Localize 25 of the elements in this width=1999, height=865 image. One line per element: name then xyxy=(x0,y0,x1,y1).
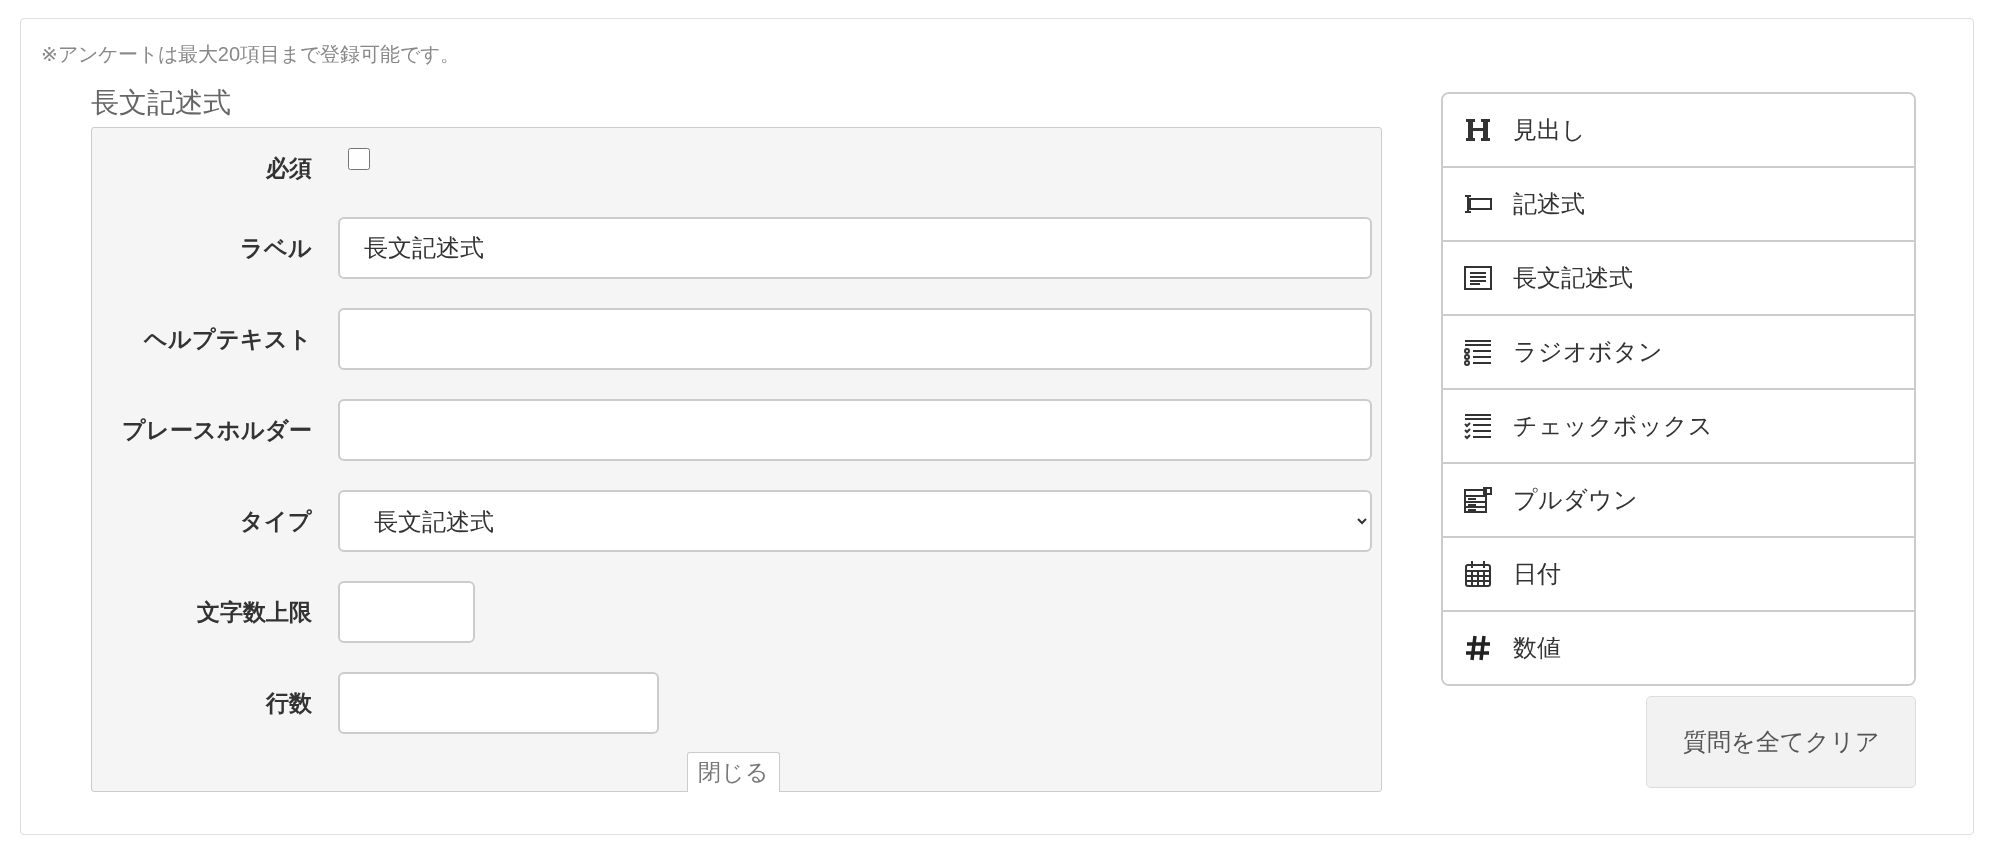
close-tab[interactable]: 閉じる xyxy=(687,752,780,792)
field-label: 必須 xyxy=(265,153,313,183)
clear-all-button[interactable]: 質問を全てクリア xyxy=(1646,696,1916,788)
calendar-icon xyxy=(1463,559,1493,589)
field-label: 行数 xyxy=(264,688,313,718)
checklist-icon xyxy=(1463,411,1493,441)
field-label: ラベル xyxy=(239,233,313,263)
type-select[interactable]: 長文記述式 xyxy=(338,490,1372,552)
text-lines-icon xyxy=(1463,263,1493,293)
input-field[interactable] xyxy=(338,672,659,734)
radio-list-icon xyxy=(1463,337,1493,367)
hash-icon xyxy=(1463,633,1493,663)
field-label: 文字数上限 xyxy=(196,597,313,627)
input-field[interactable] xyxy=(338,308,1372,370)
input-field[interactable]: 長文記述式 xyxy=(338,217,1372,279)
dropdown-icon xyxy=(1463,485,1493,515)
field-label: タイプ xyxy=(239,506,313,536)
question-type-item[interactable]: 数値 xyxy=(1443,610,1914,684)
field-label: プレースホルダー xyxy=(121,415,313,445)
notice-text: ※アンケートは最大20項目まで登録可能です。 xyxy=(41,42,461,67)
input-field[interactable] xyxy=(338,581,475,643)
required-checkbox[interactable] xyxy=(348,148,370,170)
input-field[interactable] xyxy=(338,399,1372,461)
field-label: ヘルプテキスト xyxy=(143,324,313,354)
editor-title: 長文記述式 xyxy=(91,86,232,120)
